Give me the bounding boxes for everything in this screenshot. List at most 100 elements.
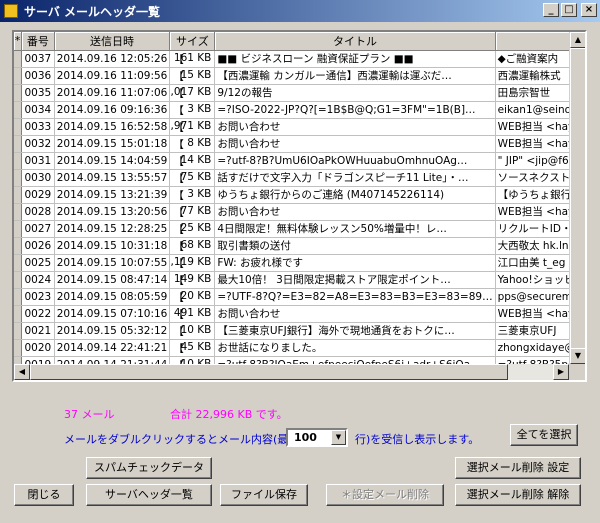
cell-date: 2014.09.15 08:47:14: [54, 271, 171, 289]
window-title: サーバ メールヘッダ一覧: [24, 4, 161, 19]
row-marker[interactable]: [14, 322, 23, 340]
row-marker[interactable]: [14, 118, 23, 136]
mail-rows: 0037 2014.09.16 12:05:26 【161 KB ■■ ビジネスローン…: [14, 50, 585, 380]
table-row[interactable]: 0030 2014.09.15 13:55:57 【75 KB 話すだけで文字入力「ド…: [14, 169, 585, 187]
delete-selected-setting-button[interactable]: 選択メール削除 設定: [455, 457, 581, 479]
cell-size: 【77 KB: [169, 203, 216, 221]
row-marker[interactable]: [14, 288, 23, 306]
table-row[interactable]: 0023 2014.09.15 08:05:59 【20 KB =?UTF-8?Q?=…: [14, 288, 585, 306]
row-marker[interactable]: [14, 220, 23, 238]
size-value: 75 KB: [180, 170, 212, 183]
table-row[interactable]: 0037 2014.09.16 12:05:26 【161 KB ■■ ビジネスローン…: [14, 50, 585, 68]
vertical-scrollbar[interactable]: ▲ ▼: [569, 32, 585, 380]
cell-title: お問い合わせ: [214, 118, 496, 136]
vertical-scroll-thumb[interactable]: [570, 48, 585, 358]
cell-date: 2014.09.16 09:16:36: [54, 101, 171, 119]
cell-title: お問い合わせ: [214, 203, 496, 221]
cell-size: 【8 KB: [169, 135, 216, 153]
table-row[interactable]: 00332014.09.15 16:52:58【1,971 KBお問い合わせWE…: [14, 118, 585, 136]
instruction-prefix: メールをダブルクリックするとメール内容(最大: [64, 433, 300, 446]
table-row[interactable]: 0028 2014.09.15 13:20:56 【77 KB お問い合わせ WEB担当…: [14, 203, 585, 221]
delete-selected-release-button[interactable]: 選択メール削除 解除: [455, 484, 581, 506]
file-save-button[interactable]: ファイル保存: [220, 484, 308, 506]
server-header-list-button[interactable]: サーバヘッダ一覧: [86, 484, 212, 506]
table-row[interactable]: 0027 2014.09.15 12:28:25 【25 KB 4日間限定！無料体験レ…: [14, 220, 585, 238]
table-row[interactable]: 0036 2014.09.16 11:09:56 【15 KB 【西濃運輸 カンガルー…: [14, 67, 585, 85]
table-row[interactable]: 0024 2014.09.15 08:47:14 【149 KB 最大10倍！ 3日間…: [14, 271, 585, 289]
chevron-down-icon[interactable]: ▼: [331, 430, 346, 445]
cell-title: 取引書類の送付: [214, 237, 496, 255]
cell-size: 【3 KB: [169, 186, 216, 204]
cell-date: 2014.09.15 16:52:58: [54, 118, 171, 136]
table-row[interactable]: 0020 2014.09.14 22:41:21 【45 KB お世話になりました。 z…: [14, 339, 585, 357]
scroll-up-icon[interactable]: ▲: [570, 32, 585, 48]
cell-number: 0032: [21, 135, 55, 153]
column-header-size[interactable]: サイズ: [169, 32, 216, 51]
cell-size: 【1,971 KB: [169, 118, 216, 136]
close-window-button[interactable]: ×: [581, 3, 597, 17]
cell-number: 0031: [21, 152, 55, 170]
table-row[interactable]: 0026 2014.09.15 10:31:18 【68 KB 取引書類の送付 大西敬太…: [14, 237, 585, 255]
row-marker[interactable]: [14, 152, 23, 170]
table-row[interactable]: 0034 2014.09.16 09:16:36 【3 KB =?ISO-2022-J…: [14, 101, 585, 119]
minimize-button[interactable]: _: [543, 3, 559, 17]
row-marker[interactable]: [14, 67, 23, 85]
setting-mail-delete-button: ＊設定メール削除: [326, 484, 444, 506]
table-row[interactable]: 00352014.09.16 11:07:06【2,017 KB9/12の報告田…: [14, 84, 585, 102]
table-row[interactable]: 0032 2014.09.15 15:01:18 【8 KB お問い合わせ WEB担当 …: [14, 135, 585, 153]
mail-count: 37 メール: [64, 408, 115, 421]
cell-number: 0027: [21, 220, 55, 238]
cell-title: お問い合わせ: [214, 135, 496, 153]
cell-number: 0035: [21, 84, 55, 102]
table-row[interactable]: 0029 2014.09.15 13:21:39 【3 KB ゆうちょ銀行からのご連絡…: [14, 186, 585, 204]
scroll-left-icon[interactable]: ◀: [14, 364, 30, 380]
cell-number: 0025: [21, 254, 55, 272]
spam-check-data-button[interactable]: スパムチェックデータ: [86, 457, 212, 479]
row-marker[interactable]: [14, 101, 23, 119]
line-count-select[interactable]: 100 ▼: [286, 428, 348, 447]
mail-header-grid[interactable]: * 番号 送信日時 サイズ タイトル 0037 2014.09.16 12:05:…: [12, 30, 587, 382]
column-header-number[interactable]: 番号: [21, 32, 55, 51]
cell-number: 0021: [21, 322, 55, 340]
horizontal-scroll-thumb[interactable]: [30, 364, 508, 380]
cell-number: 0020: [21, 339, 55, 357]
maximize-button[interactable]: □: [561, 3, 577, 17]
size-value: 3 KB: [187, 102, 212, 115]
cell-title: 【三菱東京UFJ銀行】海外で現地通貨をおトクに…: [214, 322, 496, 340]
cell-size: 【10 KB: [169, 322, 216, 340]
row-marker[interactable]: [14, 50, 23, 68]
size-value: 149 KB: [173, 272, 212, 285]
cell-size: 【14 KB: [169, 152, 216, 170]
row-marker[interactable]: [14, 237, 23, 255]
row-marker[interactable]: [14, 203, 23, 221]
column-header-title[interactable]: タイトル: [214, 32, 496, 51]
close-button[interactable]: 閉じる: [14, 484, 74, 506]
column-header-star[interactable]: *: [14, 32, 23, 51]
horizontal-scrollbar[interactable]: ◀ ▶: [14, 364, 585, 380]
table-row[interactable]: 00252014.09.15 10:07:55【3,119 KBFW: お疲れ様…: [14, 254, 585, 272]
column-header-date[interactable]: 送信日時: [54, 32, 171, 51]
cell-size: 【25 KB: [169, 220, 216, 238]
row-marker[interactable]: [14, 305, 23, 323]
app-icon: [4, 4, 18, 18]
row-marker[interactable]: [14, 254, 23, 272]
scroll-down-icon[interactable]: ▼: [570, 348, 585, 364]
cell-date: 2014.09.16 11:07:06: [54, 84, 171, 102]
select-all-button[interactable]: 全てを選択: [510, 424, 578, 446]
row-marker[interactable]: [14, 271, 23, 289]
cell-size: 【20 KB: [169, 288, 216, 306]
row-marker[interactable]: [14, 339, 23, 357]
scroll-right-icon[interactable]: ▶: [553, 364, 569, 380]
row-marker[interactable]: [14, 169, 23, 187]
table-row[interactable]: 0031 2014.09.15 14:04:59 【14 KB =?utf-8?B?U…: [14, 152, 585, 170]
window-controls: _ □ ×: [543, 3, 597, 17]
table-row[interactable]: 0022 2014.09.15 07:10:16 【491 KB お問い合わせ WEB担…: [14, 305, 585, 323]
mail-table: * 番号 送信日時 サイズ タイトル 0037 2014.09.16 12:05:…: [14, 32, 585, 380]
row-marker[interactable]: [14, 84, 23, 102]
cell-size: 【149 KB: [169, 271, 216, 289]
size-value: 1,971 KB: [170, 119, 212, 132]
row-marker[interactable]: [14, 135, 23, 153]
table-row[interactable]: 0021 2014.09.15 05:32:12 【10 KB 【三菱東京UFJ銀行】…: [14, 322, 585, 340]
row-marker[interactable]: [14, 186, 23, 204]
cell-title: =?utf-8?B?UmU6IOaPkOWHuuabuOmhnuOAg…: [214, 152, 496, 170]
